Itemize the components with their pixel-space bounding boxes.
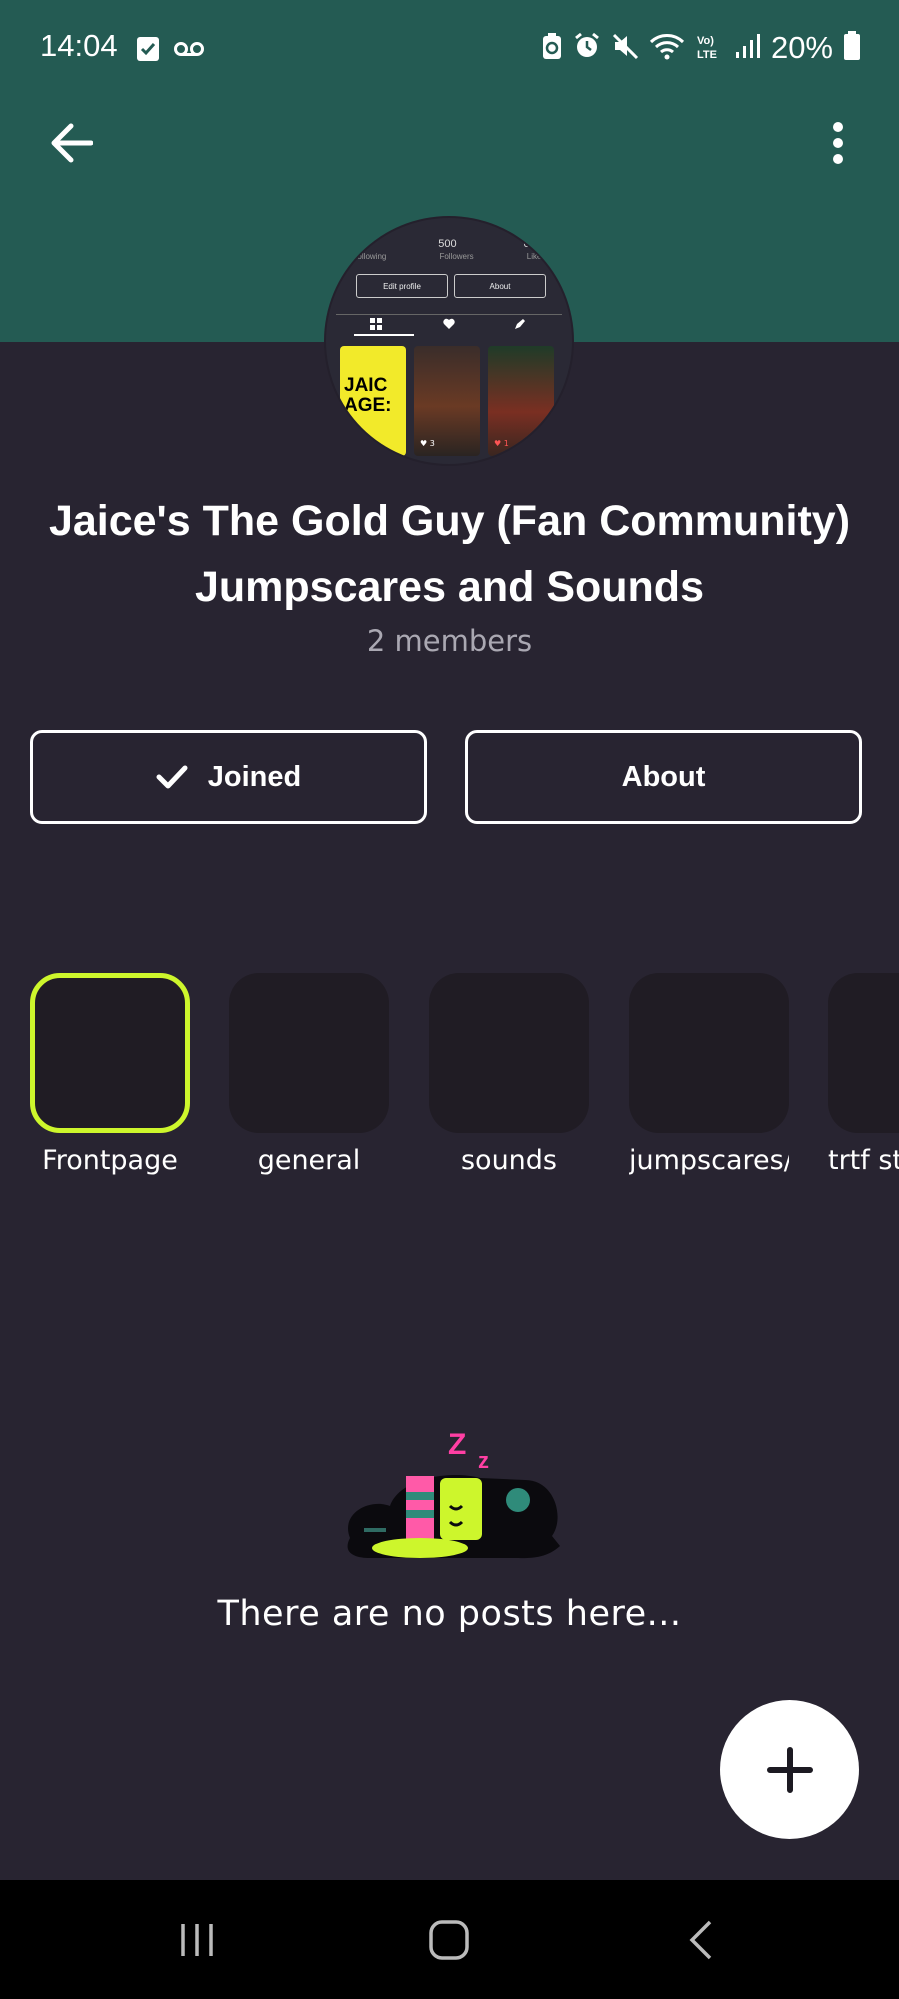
channel-thumbnail <box>629 973 789 1133</box>
grid-icon <box>370 318 382 330</box>
system-back-button[interactable] <box>661 1908 741 1972</box>
mute-icon <box>611 32 639 64</box>
avatar-stat: 6,0 <box>523 238 539 250</box>
channel-frontpage[interactable]: Frontpage <box>30 973 190 1176</box>
battery-icon <box>843 31 861 65</box>
status-time: 14:04 <box>40 28 118 63</box>
svg-text:z: z <box>478 1448 489 1473</box>
svg-text:Vo): Vo) <box>697 35 714 47</box>
battery-saver-icon <box>541 32 563 64</box>
check-box-icon <box>136 36 160 66</box>
home-icon <box>429 1920 469 1960</box>
avatar-thumb-count: ♥ 3 <box>420 439 435 448</box>
pencil-icon <box>515 319 525 329</box>
channel-label: general <box>257 1145 361 1176</box>
about-button[interactable]: About <box>465 730 862 824</box>
avatar-thumb-fire: ♥ 3 <box>414 346 480 456</box>
about-label: About <box>621 760 706 793</box>
channel-thumbnail <box>30 973 190 1133</box>
home-button[interactable] <box>409 1908 489 1972</box>
more-options-button[interactable] <box>807 112 869 174</box>
avatar-stat-label: Followers <box>439 252 474 261</box>
recent-apps-button[interactable] <box>157 1908 237 1972</box>
avatar-thumb-count: ♥ 1 <box>494 439 509 448</box>
avatar-about: About <box>454 274 546 298</box>
battery-percent: 20% <box>770 30 833 65</box>
community-title: Jaice's The Gold Guy (Fan Community) Jum… <box>48 497 851 611</box>
avatar-thumb-count-value: 3 <box>429 439 435 448</box>
avatar-stat: 77 <box>359 238 372 250</box>
avatar-thumb-room: ♥ 1 <box>488 346 554 456</box>
channel-label: sounds <box>460 1145 558 1176</box>
avatar-thumb-count-value: 1 <box>503 439 509 448</box>
avatar-thumb-yellow: JAIC AGE: <box>340 346 406 456</box>
member-count[interactable]: 2 members <box>0 624 899 658</box>
channel-sounds[interactable]: sounds <box>429 973 589 1176</box>
alarm-icon <box>573 32 601 64</box>
voicemail-icon <box>174 41 204 61</box>
channel-jumpscares[interactable]: jumpscares/d <box>629 973 789 1176</box>
community-avatar: 77 500 6,0 Following Followers Likes Edi… <box>326 218 572 464</box>
avatar-tab-indicator <box>354 334 414 336</box>
arrow-left-icon <box>51 123 93 163</box>
check-icon <box>156 765 188 789</box>
channel-label: Frontpage <box>42 1145 178 1176</box>
sleeping-mascot-icon: Z z <box>347 1428 560 1559</box>
channel-thumbnail <box>828 973 899 1133</box>
empty-state-message: There are no posts here... <box>217 1594 682 1634</box>
system-navigation-bar <box>0 1880 899 1999</box>
signal-icon <box>735 33 761 63</box>
avatar-stat: 500 <box>438 238 457 250</box>
joined-button[interactable]: Joined <box>30 730 427 824</box>
plus-icon <box>766 1746 813 1793</box>
avatar-stat-label: Following <box>352 252 387 261</box>
channel-label: trtf st <box>828 1145 899 1176</box>
back-button[interactable] <box>40 112 102 174</box>
channel-general[interactable]: general <box>229 973 389 1176</box>
status-bar: 14:04 Vo) LTE 20% <box>0 0 899 100</box>
heart-icon <box>443 318 455 329</box>
channel-label: jumpscares/d <box>629 1145 789 1176</box>
svg-text:Z: Z <box>448 1428 466 1461</box>
wifi-icon <box>649 32 685 64</box>
joined-label: Joined <box>207 760 302 793</box>
volte-icon: Vo) LTE <box>695 31 725 65</box>
channel-trtf[interactable]: trtf st <box>828 973 899 1176</box>
channel-thumbnail <box>229 973 389 1133</box>
channel-thumbnail <box>429 973 589 1133</box>
back-nav-icon <box>689 1920 712 1960</box>
svg-text:LTE: LTE <box>697 49 717 61</box>
avatar-edit-profile: Edit profile <box>356 274 448 298</box>
avatar-stat-label: Likes <box>526 252 546 261</box>
avatar-divider <box>336 314 562 315</box>
create-post-button[interactable] <box>720 1700 859 1839</box>
recent-apps-icon <box>181 1924 213 1956</box>
avatar-thumb-text: JAIC AGE: <box>344 375 392 416</box>
more-vertical-icon <box>833 122 843 164</box>
